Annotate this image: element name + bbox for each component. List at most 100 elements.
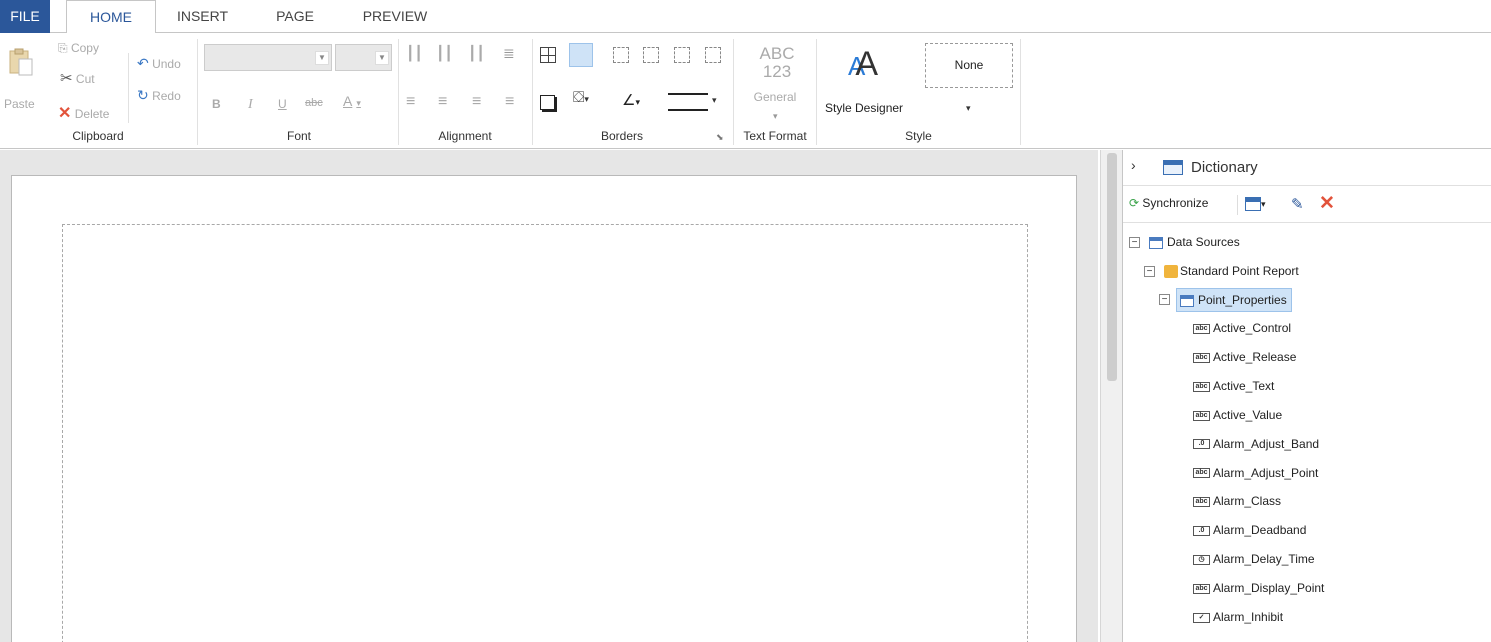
style-none-gallery-item[interactable]: None [925,43,1013,88]
align-center-icon[interactable]: ≡ [438,93,447,111]
tab-page[interactable]: PAGE [265,0,325,33]
chevron-down-icon: ▾ [712,95,717,105]
ribbon-tab-bar: FILE HOME INSERT PAGE PREVIEW [0,0,1491,34]
redo-button[interactable]: ↻ Redo [137,87,181,104]
field-label: Alarm_Display_Point [1213,581,1325,596]
cut-icon: ✂ [60,70,73,87]
new-item-button[interactable]: ▾ [1245,195,1266,211]
delete-button[interactable]: ✕ Delete [58,103,109,123]
paste-icon[interactable] [8,47,34,77]
copy-button[interactable]: ⎘ Copy [58,41,99,56]
tab-preview[interactable]: PREVIEW [350,0,440,33]
field-type-abc-icon: abc [1193,323,1210,334]
tree-node-table[interactable]: − Point_Properties [1159,288,1292,312]
dictionary-title: Dictionary [1191,159,1258,176]
align-top-icon[interactable]: ┃┃ [406,45,424,63]
no-border-left-icon[interactable] [643,47,659,63]
group-separator [1020,39,1021,145]
report-page[interactable] [11,175,1077,642]
tree-node-label: Point_Properties [1198,293,1287,307]
field-type-abc-icon: abc [1193,381,1210,392]
align-left-icon[interactable]: ≡ [406,93,415,111]
paste-button[interactable]: Paste [4,97,35,111]
font-color-button[interactable]: A ▾ [343,93,361,109]
bold-button[interactable]: B [212,97,221,111]
style-designer-icon[interactable]: AA [848,45,878,84]
shadow-icon[interactable] [540,95,555,110]
text-format-123: 123 [762,62,792,81]
text-format-general-button[interactable]: General [750,90,800,104]
chevron-right-icon[interactable]: › [1131,157,1136,173]
align-justify-icon[interactable]: ≡ [505,93,514,111]
cut-label: Cut [75,72,95,86]
tree-field-item[interactable]: abc Alarm_Display_Point [1193,577,1324,599]
vertical-scrollbar[interactable] [1100,150,1122,642]
tree-node-label: Standard Point Report [1180,264,1299,278]
text-format-abc: ABC [759,44,795,63]
tree-field-item[interactable]: ✓ Alarm_Inhibit [1193,606,1283,628]
field-type-bool-icon: ✓ [1193,612,1210,623]
undo-icon: ↶ [137,55,149,71]
scrollbar-thumb[interactable] [1107,153,1117,381]
fill-color-icon[interactable]: ⛋▾ [573,89,589,106]
tab-insert[interactable]: INSERT [165,0,240,33]
italic-button[interactable]: I [248,97,253,113]
tree-field-item[interactable]: abc Active_Text [1193,375,1274,397]
tree-node-data-sources[interactable]: − Data Sources [1129,231,1240,253]
align-bottom-icon[interactable]: ┃┃ [468,45,486,63]
chevron-down-icon: ▾ [773,111,778,121]
borders-group-label: Borders [600,129,644,143]
chevron-down-icon[interactable]: ▾ [966,103,971,114]
page-margin-area[interactable] [62,224,1028,642]
font-size-select[interactable]: ▼ [335,44,392,71]
tree-field-item[interactable]: ◷ Alarm_Delay_Time [1193,548,1315,570]
tree-node-report[interactable]: − Standard Point Report [1144,260,1299,282]
word-wrap-icon[interactable]: ≣ [503,45,521,63]
border-color-icon[interactable]: ∠▾ [622,91,640,109]
no-border-right-icon[interactable] [705,47,721,63]
tree-field-item[interactable]: abc Active_Release [1193,346,1296,368]
field-type-abc-icon: abc [1193,497,1210,508]
no-border-top-icon[interactable] [613,47,629,63]
field-label: Alarm_Adjust_Point [1213,465,1319,480]
chevron-down-icon: ▾ [356,98,361,108]
redo-label: Redo [152,89,181,103]
tree-field-item[interactable]: abc Active_Control [1193,317,1291,339]
tab-file[interactable]: FILE [0,0,50,33]
no-border-bottom-icon[interactable] [674,47,690,63]
style-designer-button[interactable]: Style Designer [825,101,903,115]
field-type-num-icon: .0 [1193,526,1210,537]
toolbar-divider [1237,195,1238,215]
align-middle-icon[interactable]: ┃┃ [436,45,454,63]
tree-field-item[interactable]: abc Alarm_Class [1193,490,1281,512]
strikethrough-button[interactable]: abc [305,97,323,109]
tree-field-item[interactable]: abc Alarm_Adjust_Point [1193,462,1318,484]
collapse-icon[interactable]: − [1144,266,1155,277]
tree-node-label: Data Sources [1167,235,1240,249]
tree-field-item[interactable]: .0 Alarm_Deadband [1193,519,1306,541]
dialog-launcher-icon[interactable]: ⬊ [716,132,724,143]
delete-icon[interactable]: ✕ [1319,192,1335,215]
align-right-icon[interactable]: ≡ [472,93,481,111]
field-type-abc-icon: abc [1193,352,1210,363]
clipboard-divider [128,53,129,123]
synchronize-button[interactable]: ⟳ Synchronize [1129,196,1208,210]
tab-home[interactable]: HOME [66,0,156,34]
field-type-num-icon: .0 [1193,439,1210,450]
underline-button[interactable]: U [278,97,287,111]
undo-button[interactable]: ↶ Undo [137,55,181,72]
tree-field-item[interactable]: .0 Alarm_Adjust_Band [1193,433,1319,455]
field-label: Active_Control [1213,321,1292,335]
dictionary-header[interactable]: › Dictionary [1123,150,1491,186]
all-borders-icon[interactable] [540,47,556,63]
tree-field-item[interactable]: abc Active_Value [1193,404,1282,426]
edit-icon[interactable]: ✎ [1291,195,1304,213]
inside-borders-icon[interactable] [569,43,593,67]
collapse-icon[interactable]: − [1159,294,1170,305]
font-family-select[interactable]: ▼ [204,44,332,71]
field-type-abc-icon: abc [1193,583,1210,594]
border-style-icon[interactable] [668,93,708,111]
cut-button[interactable]: ✂ Cut [60,69,95,87]
collapse-icon[interactable]: − [1129,237,1140,248]
synchronize-label: Synchronize [1142,196,1209,210]
